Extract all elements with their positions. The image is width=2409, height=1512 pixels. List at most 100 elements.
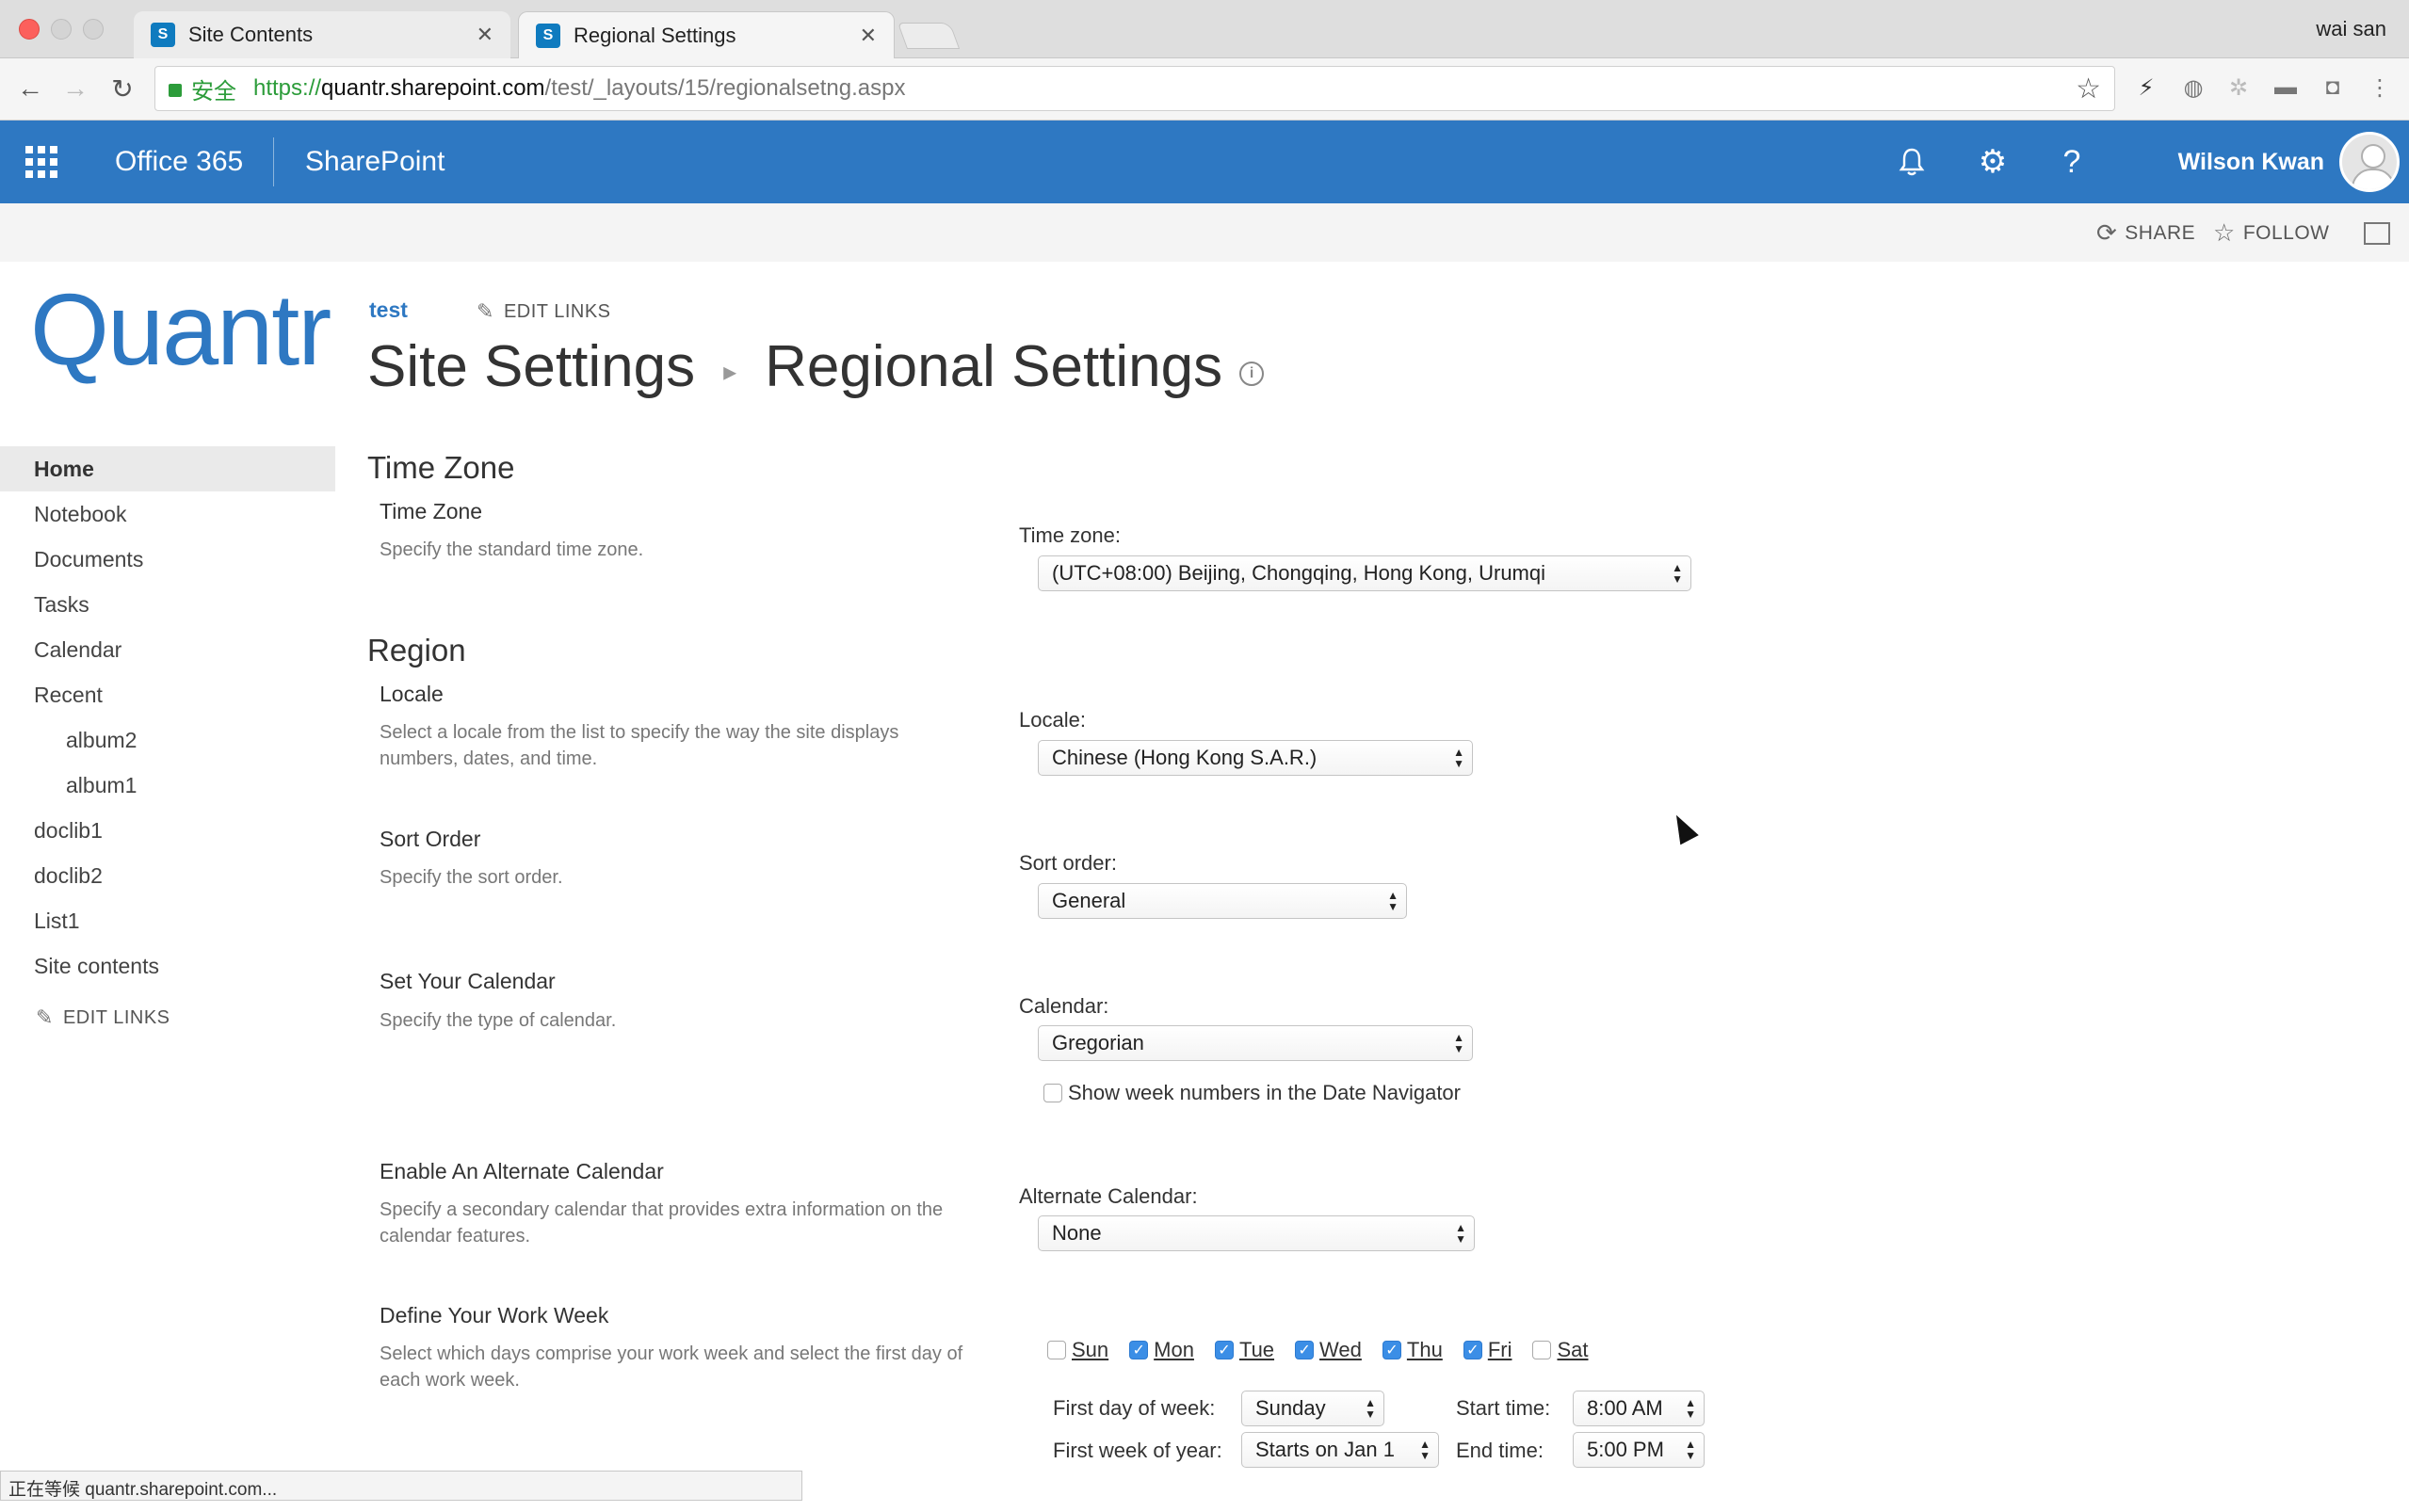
suite-divider xyxy=(273,137,274,186)
day-label: Sun xyxy=(1072,1338,1109,1361)
work-day-thu[interactable]: ✓ Thu xyxy=(1382,1338,1443,1362)
first-week-value: Starts on Jan 1 xyxy=(1255,1438,1395,1461)
end-time-select[interactable]: 5:00 PM ▲ ▼ xyxy=(1573,1432,1705,1468)
work-day-fri[interactable]: ✓ Fri xyxy=(1463,1338,1512,1362)
forward-arrow-icon[interactable]: → xyxy=(58,72,92,105)
settings-gear-icon[interactable]: ⚙ xyxy=(1972,141,2013,183)
day-label: Sat xyxy=(1557,1338,1589,1361)
day-checkbox[interactable]: ✓ xyxy=(1214,1341,1234,1359)
bolt-extension-icon[interactable]: ⚡ xyxy=(2132,73,2160,102)
day-checkbox[interactable] xyxy=(1047,1341,1066,1359)
start-time-value: 8:00 AM xyxy=(1587,1396,1663,1420)
reload-icon[interactable]: ↻ xyxy=(105,72,139,105)
sort-order-value: General xyxy=(1052,889,1126,912)
bookmark-star-icon[interactable]: ☆ xyxy=(2076,72,2101,105)
shield-extension-icon[interactable]: ◘ xyxy=(2319,73,2347,102)
nav-item-doclib2[interactable]: doclib2 xyxy=(0,853,335,898)
first-week-select[interactable]: Starts on Jan 1 ▲ ▼ xyxy=(1241,1432,1439,1468)
avatar[interactable] xyxy=(2339,132,2400,192)
back-arrow-icon[interactable]: ← xyxy=(13,72,47,105)
puzzle-extension-icon[interactable]: ✲ xyxy=(2224,73,2253,102)
share-icon: ⟳ xyxy=(2096,218,2118,247)
follow-button[interactable]: ☆ FOLLOW xyxy=(2213,218,2330,248)
end-time-label: End time: xyxy=(1456,1439,1544,1462)
day-checkbox[interactable]: ✓ xyxy=(1463,1341,1482,1359)
locale-select[interactable]: Chinese (Hong Kong S.A.R.) ▲ ▼ xyxy=(1038,740,1473,776)
first-week-label: First week of year: xyxy=(1053,1439,1222,1462)
nav-item-recent[interactable]: Recent xyxy=(0,672,335,717)
calendar-title: Set Your Calendar xyxy=(380,969,556,993)
day-checkbox[interactable]: ✓ xyxy=(1382,1341,1401,1359)
calendar-select[interactable]: Gregorian ▲ ▼ xyxy=(1038,1025,1473,1061)
work-day-sun[interactable]: Sun xyxy=(1047,1338,1108,1362)
nav-item-calendar[interactable]: Calendar xyxy=(0,627,335,672)
select-arrows-icon: ▲ ▼ xyxy=(1685,1396,1696,1421)
nav-item-home[interactable]: Home xyxy=(0,446,335,491)
section-region-heading: Region xyxy=(367,633,466,668)
start-time-select[interactable]: 8:00 AM ▲ ▼ xyxy=(1573,1391,1705,1426)
first-day-label: First day of week: xyxy=(1053,1396,1216,1420)
sort-order-title: Sort Order xyxy=(380,827,481,851)
office365-brand-link[interactable]: Office 365 xyxy=(115,121,243,203)
alternate-calendar-value: None xyxy=(1052,1221,1102,1245)
share-button[interactable]: ⟳ SHARE xyxy=(2096,218,2195,248)
globe-extension-icon[interactable]: ◍ xyxy=(2179,73,2207,102)
site-logo[interactable]: Quantr xyxy=(30,279,331,380)
select-arrows-icon: ▲ ▼ xyxy=(1419,1438,1431,1462)
nav-item-documents[interactable]: Documents xyxy=(0,537,335,582)
left-navigation: Home Notebook Documents Tasks Calendar R… xyxy=(0,446,335,1030)
work-day-wed[interactable]: ✓ Wed xyxy=(1295,1338,1362,1362)
day-checkbox[interactable]: ✓ xyxy=(1295,1341,1315,1359)
focus-on-content-icon[interactable] xyxy=(2364,222,2390,245)
nav-item-album2[interactable]: album2 xyxy=(0,717,335,763)
sort-order-select[interactable]: General ▲ ▼ xyxy=(1038,883,1407,919)
select-arrows-icon: ▲ ▼ xyxy=(1455,1221,1466,1246)
select-arrows-icon: ▲ ▼ xyxy=(1453,746,1464,770)
url-scheme: https:// xyxy=(253,75,322,101)
close-window-button[interactable] xyxy=(19,19,40,40)
calendar-value: Gregorian xyxy=(1052,1031,1144,1054)
nav-item-list1[interactable]: List1 xyxy=(0,898,335,943)
select-arrows-icon: ▲ ▼ xyxy=(1387,889,1399,913)
time-zone-value: (UTC+08:00) Beijing, Chongqing, Hong Kon… xyxy=(1052,561,1546,585)
browser-menu-icon[interactable]: ⋮ xyxy=(2366,73,2394,102)
day-checkbox[interactable]: ✓ xyxy=(1129,1341,1149,1359)
app-launcher-icon[interactable] xyxy=(0,121,83,203)
maximize-window-button[interactable] xyxy=(83,19,104,40)
time-zone-select[interactable]: (UTC+08:00) Beijing, Chongqing, Hong Kon… xyxy=(1038,555,1691,591)
edit-links-nav-button[interactable]: ✎ EDIT LINKS xyxy=(0,1005,335,1030)
day-label: Fri xyxy=(1487,1338,1512,1361)
user-name[interactable]: Wilson Kwan xyxy=(2178,121,2324,203)
first-day-select[interactable]: Sunday ▲ ▼ xyxy=(1241,1391,1384,1426)
section-time-zone-heading: Time Zone xyxy=(367,450,515,485)
week-numbers-option[interactable]: Show week numbers in the Date Navigator xyxy=(1043,1081,1461,1105)
week-numbers-checkbox[interactable] xyxy=(1043,1084,1062,1102)
help-icon[interactable]: ? xyxy=(2051,141,2093,183)
minimize-window-button[interactable] xyxy=(51,19,72,40)
sharepoint-favicon-icon: S xyxy=(151,23,175,47)
nav-item-tasks[interactable]: Tasks xyxy=(0,582,335,627)
notification-bell-icon[interactable] xyxy=(1891,141,1932,183)
browser-profile-name[interactable]: wai san xyxy=(2316,17,2386,41)
alternate-calendar-description: Specify a secondary calendar that provid… xyxy=(380,1199,944,1247)
share-label: SHARE xyxy=(2125,221,2196,244)
work-week-description: Select which days comprise your work wee… xyxy=(380,1343,963,1391)
select-arrows-icon: ▲ ▼ xyxy=(1453,1031,1464,1055)
day-label: Mon xyxy=(1154,1338,1194,1361)
vr-extension-icon[interactable]: ▬ xyxy=(2272,73,2300,102)
alternate-calendar-select[interactable]: None ▲ ▼ xyxy=(1038,1215,1475,1251)
nav-item-album1[interactable]: album1 xyxy=(0,763,335,808)
nav-item-notebook[interactable]: Notebook xyxy=(0,491,335,537)
locale-description: Select a locale from the list to specify… xyxy=(380,722,899,769)
locale-label: Locale: xyxy=(1019,708,1086,732)
work-day-tue[interactable]: ✓ Tue xyxy=(1214,1338,1274,1362)
time-zone-description: Specify the standard time zone. xyxy=(380,539,644,560)
work-day-sat[interactable]: Sat xyxy=(1532,1338,1589,1362)
day-checkbox[interactable] xyxy=(1532,1341,1552,1359)
nav-item-doclib1[interactable]: doclib1 xyxy=(0,808,335,853)
follow-star-icon: ☆ xyxy=(2213,218,2236,247)
calendar-label: Calendar: xyxy=(1019,994,1109,1018)
work-day-mon[interactable]: ✓ Mon xyxy=(1129,1338,1194,1362)
nav-item-site-contents[interactable]: Site contents xyxy=(0,943,335,989)
start-time-label: Start time: xyxy=(1456,1396,1551,1420)
